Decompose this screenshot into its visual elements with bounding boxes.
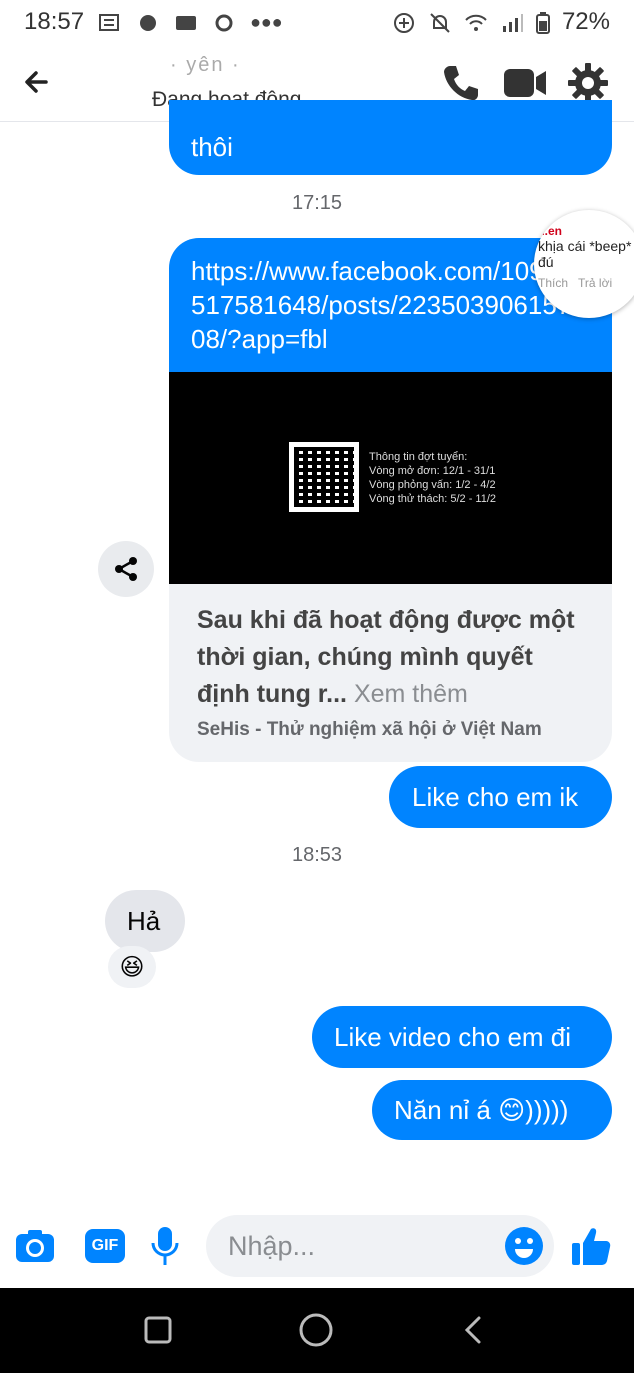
camera-button[interactable]	[12, 1223, 58, 1269]
wifi-icon	[464, 12, 488, 32]
link-preview-image[interactable]: Thông tin đợt tuyển: Vòng mở đơn: 12/1 -…	[169, 372, 612, 584]
qr-code	[289, 442, 359, 512]
see-more-link[interactable]: Xem thêm	[354, 680, 468, 708]
image-caption: Thông tin đợt tuyển: Vòng mở đơn: 12/1 -…	[369, 451, 497, 505]
message-input-wrapper	[206, 1215, 554, 1277]
messenger-icon	[136, 12, 160, 32]
thumbs-up-icon	[572, 1228, 611, 1265]
microphone-icon	[151, 1227, 179, 1265]
more-notifications-icon: ●●●	[250, 11, 283, 32]
phone-icon	[444, 66, 478, 101]
message-reaction[interactable]: 😆	[108, 946, 156, 988]
clock: 18:57	[24, 8, 85, 35]
outgoing-message[interactable]: Năn nỉ á 😊)))))	[372, 1080, 612, 1140]
link-source: SeHis - Thử nghiệm xã hội ở Việt Nam	[197, 719, 542, 740]
voice-message-button[interactable]	[142, 1223, 188, 1269]
message-text: Năn nỉ á 😊)))))	[394, 1095, 569, 1125]
chat-head-preview[interactable]: ...en khịa cái *beep* đú Thích Trả lời	[534, 210, 634, 318]
message-text: thôi	[191, 132, 233, 162]
outgoing-message[interactable]: Like video cho em đi	[312, 1006, 612, 1068]
message-text: Like video cho em đi	[334, 1022, 572, 1052]
data-saver-icon	[392, 12, 416, 33]
circle-icon	[299, 1313, 333, 1347]
battery-level: 72%	[561, 8, 610, 35]
system-navigation-bar	[0, 1288, 634, 1373]
emoji-button[interactable]	[504, 1226, 544, 1266]
share-icon	[115, 557, 137, 581]
outgoing-message[interactable]: Like cho em ik	[389, 766, 612, 828]
square-icon	[144, 1316, 172, 1344]
gif-button[interactable]: GIF	[82, 1223, 128, 1269]
video-camera-icon	[504, 69, 546, 97]
incoming-message[interactable]: Hả	[105, 890, 185, 952]
smiley-icon	[505, 1227, 543, 1265]
message-input[interactable]	[228, 1215, 498, 1277]
system-back-button[interactable]	[454, 1310, 494, 1350]
notification-icon	[98, 12, 122, 32]
gear-icon	[568, 63, 608, 103]
gif-icon: GIF	[85, 1229, 125, 1263]
status-bar: 18:57 ●●● 72%	[0, 0, 634, 44]
at-icon	[212, 12, 236, 32]
outgoing-message[interactable]: thôi	[169, 100, 612, 175]
share-button[interactable]	[98, 541, 154, 597]
laughing-emoji-icon: 😆	[119, 953, 145, 981]
like-button[interactable]	[568, 1223, 614, 1269]
arrow-left-icon	[25, 71, 48, 93]
timestamp: 17:15	[291, 192, 343, 214]
message-composer: GIF	[0, 1205, 634, 1289]
chevron-left-icon	[464, 1316, 481, 1344]
camera-icon	[16, 1230, 54, 1262]
timestamp: 18:53	[291, 844, 343, 866]
back-button[interactable]	[18, 62, 58, 102]
home-button[interactable]	[296, 1310, 336, 1350]
battery-icon	[535, 12, 550, 34]
recents-button[interactable]	[138, 1310, 178, 1350]
mute-icon	[428, 12, 452, 33]
link-description: Sau khi đã hoạt động được một thời gian,…	[197, 606, 575, 708]
message-text: Like cho em ik	[412, 782, 579, 812]
signal-icon	[500, 12, 524, 32]
link-meta: Sau khi đã hoạt động được một thời gian,…	[169, 584, 612, 759]
app-icon	[174, 12, 198, 32]
contact-name[interactable]: · yên ·	[170, 54, 241, 77]
message-text: Hả	[127, 906, 161, 936]
link-preview-message[interactable]: https://www.facebook.com/109259517581648…	[169, 238, 612, 762]
